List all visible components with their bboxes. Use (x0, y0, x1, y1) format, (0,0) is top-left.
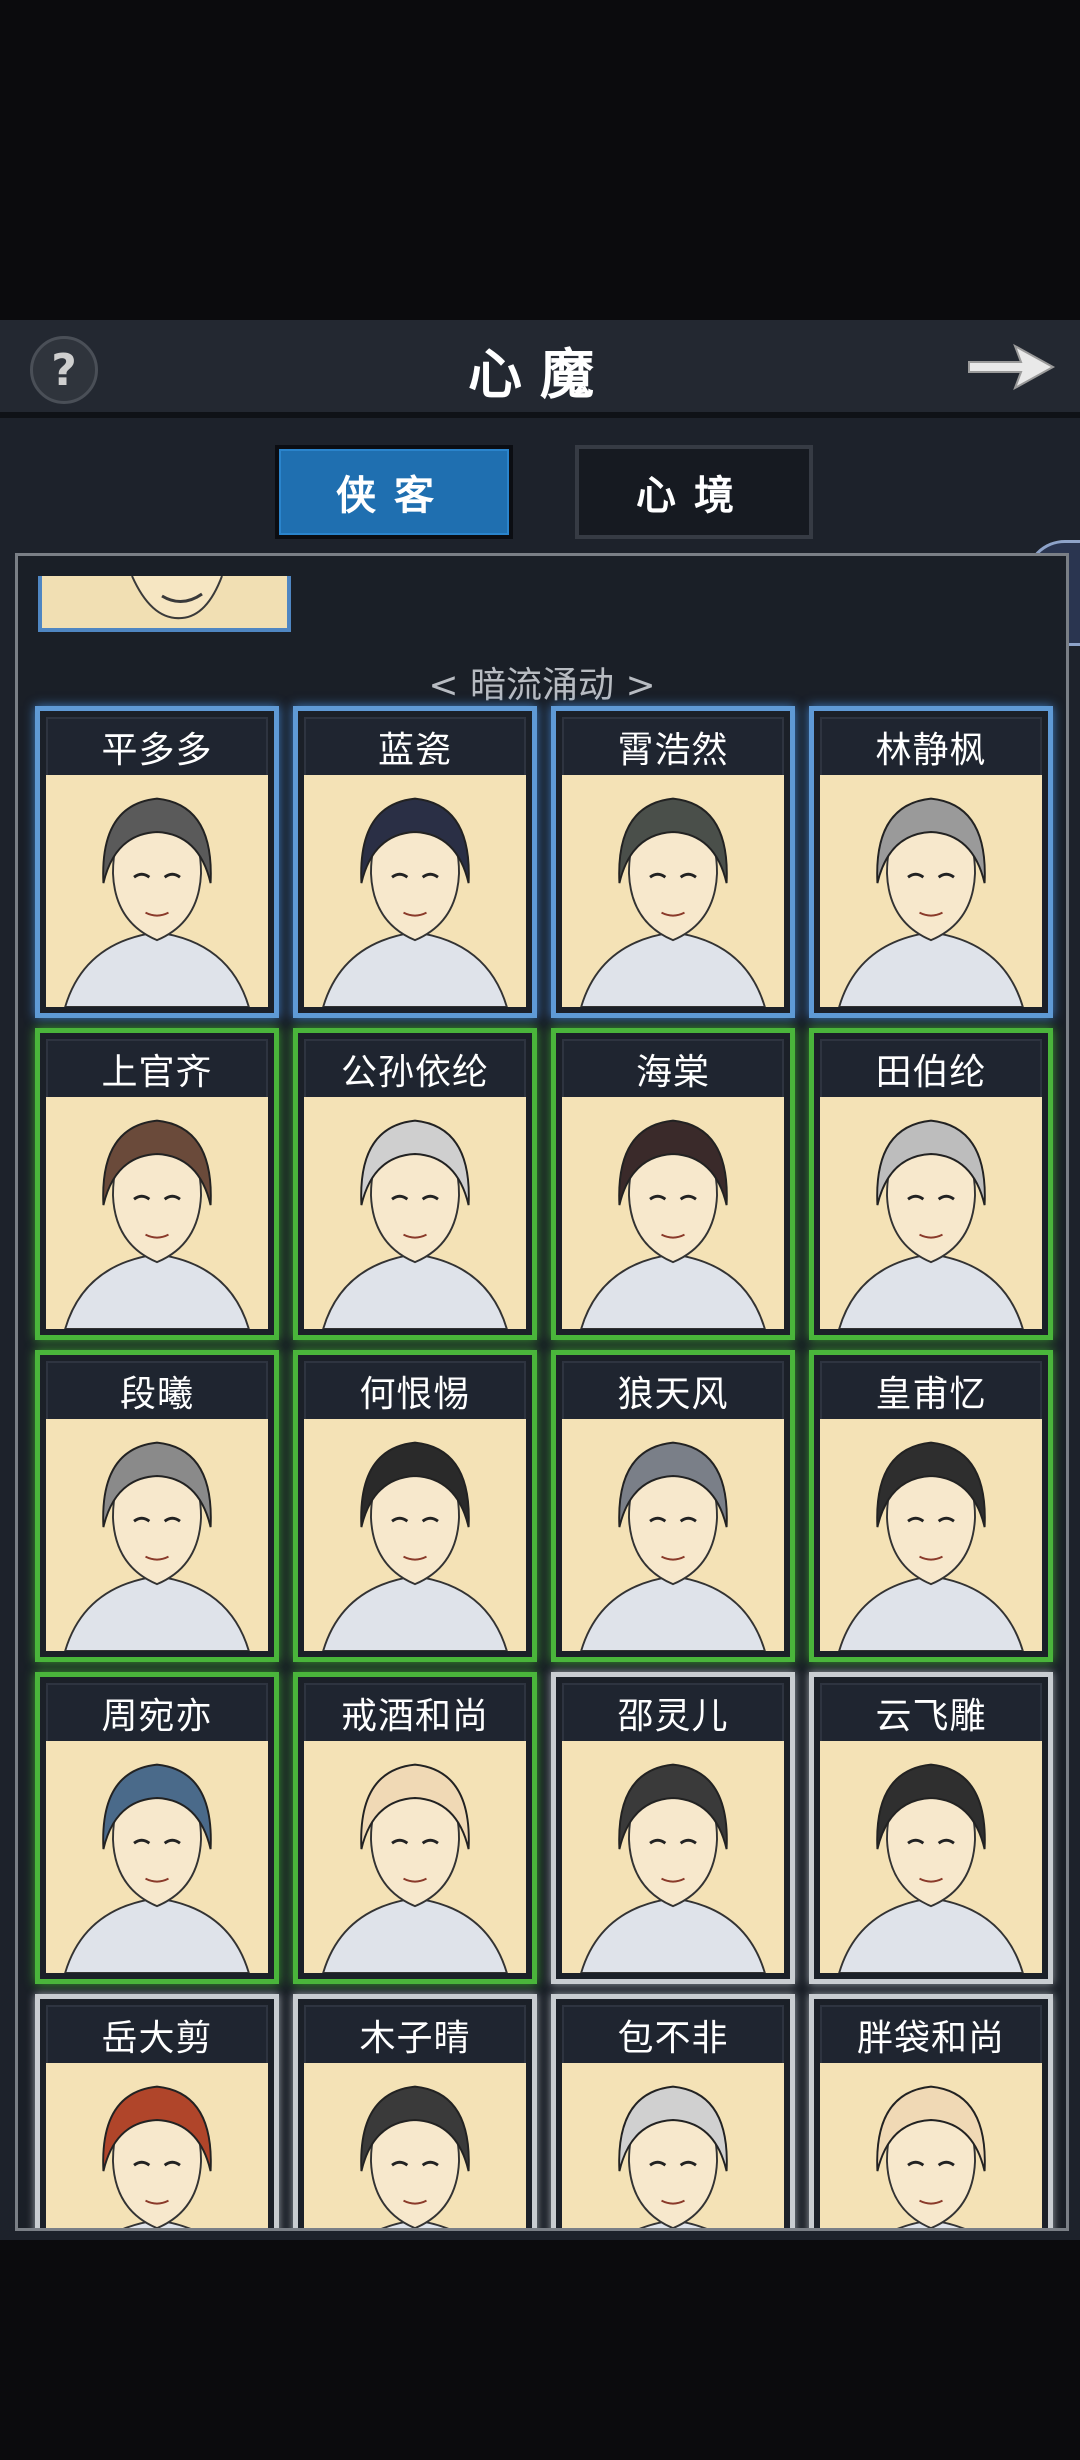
character-card[interactable]: 蓝瓷 (293, 706, 537, 1018)
character-name: 林静枫 (820, 717, 1042, 777)
character-portrait (46, 2063, 268, 2228)
character-card[interactable]: 公孙依纶 (293, 1028, 537, 1340)
character-name: 皇甫忆 (820, 1361, 1042, 1421)
character-name: 狼天风 (562, 1361, 784, 1421)
character-portrait (304, 2063, 526, 2228)
section-label: < 暗流涌动 > (428, 665, 656, 706)
character-card[interactable]: 平多多 (35, 706, 279, 1018)
character-portrait (304, 1741, 526, 1973)
character-list[interactable]: < 暗流涌动 > 平多多 蓝瓷 霄浩然 林静枫上官齐 公孙依纶 海棠 田伯纶段曦 何恨惕 狼天风… (15, 553, 1069, 2231)
character-card[interactable]: 田伯纶 (809, 1028, 1053, 1340)
character-card[interactable]: 段曦 (35, 1350, 279, 1662)
character-grid: 平多多 蓝瓷 霄浩然 林静枫上官齐 公孙依纶 海棠 田伯纶段曦 何恨惕 狼天风 皇甫忆周宛亦 戒酒和… (35, 706, 1065, 2228)
character-name: 海棠 (562, 1039, 784, 1099)
character-name: 云飞雕 (820, 1683, 1042, 1743)
character-name: 蓝瓷 (304, 717, 526, 777)
character-portrait (304, 1097, 526, 1329)
character-name: 平多多 (46, 717, 268, 777)
character-card[interactable]: 云飞雕 (809, 1672, 1053, 1984)
character-portrait (562, 775, 784, 1007)
character-card[interactable]: 包不非 (551, 1994, 795, 2228)
previous-card-partial[interactable] (38, 576, 291, 632)
character-card[interactable]: 岳大剪 (35, 1994, 279, 2228)
status-area (0, 0, 1080, 320)
character-name: 何恨惕 (304, 1361, 526, 1421)
character-portrait (304, 775, 526, 1007)
character-portrait (820, 1741, 1042, 1973)
character-name: 岳大剪 (46, 2005, 268, 2065)
character-card[interactable]: 木子晴 (293, 1994, 537, 2228)
page-title: 心魔 (468, 342, 612, 406)
character-name: 戒酒和尚 (304, 1683, 526, 1743)
character-card[interactable]: 海棠 (551, 1028, 795, 1340)
character-portrait (46, 775, 268, 1007)
character-card[interactable]: 何恨惕 (293, 1350, 537, 1662)
tab-mind-state-label: 心境 (636, 472, 752, 519)
character-name: 田伯纶 (820, 1039, 1042, 1099)
character-name: 邵灵儿 (562, 1683, 784, 1743)
character-portrait (304, 1419, 526, 1651)
character-portrait (562, 2063, 784, 2228)
character-portrait (562, 1097, 784, 1329)
character-portrait (562, 1741, 784, 1973)
character-portrait (820, 775, 1042, 1007)
character-portrait (46, 1097, 268, 1329)
tab-heroes-label: 侠客 (336, 472, 452, 519)
character-card[interactable]: 胖袋和尚 (809, 1994, 1053, 2228)
character-name: 公孙依纶 (304, 1039, 526, 1099)
character-card[interactable]: 霄浩然 (551, 706, 795, 1018)
next-button[interactable] (965, 338, 1057, 396)
arrow-right-icon (968, 343, 1056, 391)
character-card[interactable]: 林静枫 (809, 706, 1053, 1018)
character-card[interactable]: 皇甫忆 (809, 1350, 1053, 1662)
character-name: 包不非 (562, 2005, 784, 2065)
character-portrait (820, 1097, 1042, 1329)
character-name: 上官齐 (46, 1039, 268, 1099)
portrait-partial (131, 576, 223, 620)
header-bar: ? 心魔 (0, 320, 1080, 418)
character-name: 木子晴 (304, 2005, 526, 2065)
character-card[interactable]: 周宛亦 (35, 1672, 279, 1984)
character-portrait (46, 1419, 268, 1651)
character-name: 周宛亦 (46, 1683, 268, 1743)
nav-area (0, 2240, 1080, 2460)
character-name: 霄浩然 (562, 717, 784, 777)
character-name: 段曦 (46, 1361, 268, 1421)
character-card[interactable]: 邵灵儿 (551, 1672, 795, 1984)
character-portrait (46, 1741, 268, 1973)
tab-heroes[interactable]: 侠客 (275, 445, 513, 539)
character-card[interactable]: 狼天风 (551, 1350, 795, 1662)
character-portrait (562, 1419, 784, 1651)
tab-mind-state[interactable]: 心境 (575, 445, 813, 539)
heart-demon-panel: ? 心魔 侠客 心境 < 暗流涌动 > 平多多 蓝瓷 霄浩然 林静枫上官齐 公孙依纶 海棠… (0, 320, 1080, 2240)
character-portrait (820, 2063, 1042, 2228)
character-name: 胖袋和尚 (820, 2005, 1042, 2065)
character-card[interactable]: 戒酒和尚 (293, 1672, 537, 1984)
character-card[interactable]: 上官齐 (35, 1028, 279, 1340)
character-portrait (820, 1419, 1042, 1651)
